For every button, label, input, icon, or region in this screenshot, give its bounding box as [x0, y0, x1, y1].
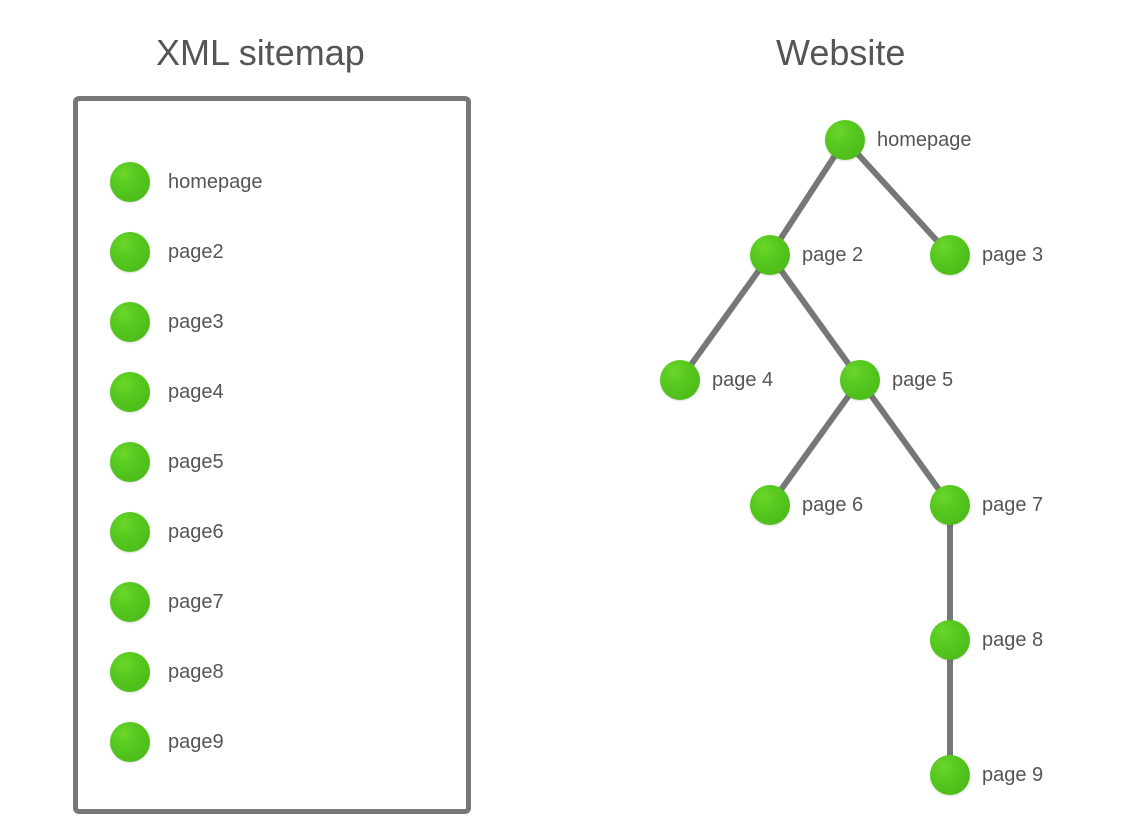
tree-node-label: page 2 [802, 244, 863, 267]
page-node-icon [930, 235, 970, 275]
sitemap-item-page6: page6 [110, 497, 446, 567]
sitemap-item-homepage: homepage [110, 147, 446, 217]
page-node-icon [110, 232, 150, 272]
page-node-icon [110, 442, 150, 482]
tree-node-page5: page 5 [840, 360, 953, 400]
tree-node-page3: page 3 [930, 235, 1043, 275]
sitemap-item-label: page6 [168, 521, 224, 544]
page-node-icon [840, 360, 880, 400]
page-node-icon [660, 360, 700, 400]
tree-node-label: page 8 [982, 629, 1043, 652]
page-node-icon [930, 485, 970, 525]
sitemap-item-label: page4 [168, 381, 224, 404]
tree-node-page2: page 2 [750, 235, 863, 275]
sitemap-item-label: page5 [168, 451, 224, 474]
tree-node-label: page 9 [982, 764, 1043, 787]
tree-edges-svg [570, 100, 1130, 820]
tree-node-homepage: homepage [825, 120, 972, 160]
page-node-icon [110, 722, 150, 762]
tree-node-page7: page 7 [930, 485, 1043, 525]
tree-edge [782, 271, 849, 364]
sitemap-item-label: page7 [168, 591, 224, 614]
page-node-icon [110, 652, 150, 692]
diagram-canvas: XML sitemap Website homepage page2 page3… [0, 0, 1147, 840]
tree-edge [782, 396, 849, 489]
sitemap-item-page7: page7 [110, 567, 446, 637]
sitemap-item-page2: page2 [110, 217, 446, 287]
tree-node-label: page 5 [892, 369, 953, 392]
sitemap-box: homepage page2 page3 page4 page5 page6 [73, 96, 471, 814]
tree-edge [781, 157, 834, 238]
page-node-icon [110, 162, 150, 202]
sitemap-item-label: page3 [168, 311, 224, 334]
page-node-icon [110, 512, 150, 552]
page-node-icon [930, 620, 970, 660]
tree-node-page8: page 8 [930, 620, 1043, 660]
sitemap-heading: XML sitemap [156, 32, 365, 74]
sitemap-item-label: page2 [168, 241, 224, 264]
tree-node-label: page 6 [802, 494, 863, 517]
page-node-icon [825, 120, 865, 160]
sitemap-item-label: homepage [168, 171, 263, 194]
page-node-icon [110, 302, 150, 342]
page-node-icon [110, 582, 150, 622]
website-tree: homepage page 2 page 3 page 4 page 5 pag… [570, 100, 1130, 820]
sitemap-item-page9: page9 [110, 707, 446, 777]
tree-node-page4: page 4 [660, 360, 773, 400]
tree-edge [872, 396, 939, 489]
sitemap-item-label: page9 [168, 731, 224, 754]
tree-edge [858, 155, 936, 240]
page-node-icon [930, 755, 970, 795]
page-node-icon [750, 235, 790, 275]
tree-node-label: page 3 [982, 244, 1043, 267]
tree-node-page9: page 9 [930, 755, 1043, 795]
tree-edge [692, 271, 759, 364]
website-heading: Website [776, 32, 905, 74]
tree-node-page6: page 6 [750, 485, 863, 525]
page-node-icon [750, 485, 790, 525]
sitemap-item-page8: page8 [110, 637, 446, 707]
tree-node-label: page 4 [712, 369, 773, 392]
sitemap-item-page5: page5 [110, 427, 446, 497]
sitemap-list: homepage page2 page3 page4 page5 page6 [110, 147, 446, 777]
tree-node-label: homepage [877, 129, 972, 152]
tree-node-label: page 7 [982, 494, 1043, 517]
sitemap-item-label: page8 [168, 661, 224, 684]
sitemap-item-page4: page4 [110, 357, 446, 427]
sitemap-item-page3: page3 [110, 287, 446, 357]
page-node-icon [110, 372, 150, 412]
